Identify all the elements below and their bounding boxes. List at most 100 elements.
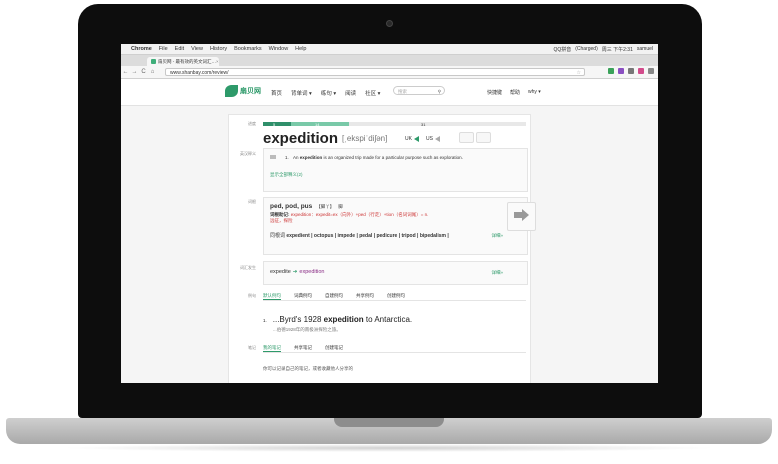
phonetic: [ˌekspiˈdiʃən]	[342, 134, 388, 143]
review-card: 进度 5 14 31 expedition [ˌekspiˈdiʃən] UK …	[228, 114, 531, 383]
next-word-button[interactable]	[507, 202, 536, 231]
menu-chrome[interactable]: Chrome	[131, 46, 152, 52]
extension-pink-icon[interactable]	[638, 68, 644, 74]
extension-green-icon[interactable]	[608, 68, 614, 74]
definition-word: expedition	[299, 155, 323, 160]
status-area: QQ拼音 (Charged) 周三 下午2:31 samuel	[553, 46, 658, 53]
menu-file[interactable]: File	[159, 46, 168, 52]
arrow-right-icon	[514, 209, 529, 221]
user-name[interactable]: samuel	[637, 46, 653, 52]
tab-title: 扇贝网 - 最有效的英文词汇…	[158, 58, 216, 64]
laptop-shadow	[60, 444, 718, 452]
close-tab-icon[interactable]: ×	[216, 59, 219, 64]
us-label: US	[426, 136, 433, 142]
example-label: 例句	[248, 293, 256, 298]
notes-hint: 你可以记录自己的笔记，或者收藏他人分享的	[263, 366, 353, 371]
search-icon[interactable]: ⚲	[438, 87, 441, 96]
back-button[interactable]: ←	[121, 69, 130, 75]
derivation: expedite ➔ expedition	[270, 269, 324, 275]
speaker-uk-icon[interactable]	[413, 136, 419, 142]
derivation-source[interactable]: expedite	[270, 269, 291, 275]
same-root-list[interactable]: expedient | octopus | impede | pedal | p…	[286, 233, 448, 239]
header-links: 快捷键 帮助 why ▾	[487, 89, 541, 96]
menu-view[interactable]: View	[191, 46, 203, 52]
menu-window[interactable]: Window	[269, 46, 289, 52]
tab-create-note[interactable]: 创建笔记	[325, 343, 343, 352]
forward-button[interactable]: →	[130, 69, 139, 75]
root-tag: 【脚丫】	[316, 204, 335, 209]
nav-sentences[interactable]: 练句 ▾	[321, 89, 336, 97]
derivation-detail-link[interactable]: 详细»	[491, 270, 503, 276]
example-word: expedition	[323, 315, 364, 324]
extension-grey-icon[interactable]	[628, 68, 634, 74]
tab-create-example[interactable]: 创建例句	[387, 291, 405, 300]
derivation-label: 词汇发生	[240, 265, 256, 270]
address-bar[interactable]: www.shanbay.com/review/ ☆	[165, 68, 585, 76]
tab-shared-notes[interactable]: 共享笔记	[294, 343, 312, 352]
derivation-target: expedition	[299, 269, 325, 275]
browser-tab[interactable]: 扇贝网 - 最有效的英文词汇… ×	[147, 57, 219, 66]
us-pronunciation[interactable]: US	[426, 136, 440, 142]
home-button[interactable]: ⌂	[148, 69, 157, 75]
input-method[interactable]: QQ拼音	[553, 46, 571, 53]
example-number: 1.	[263, 318, 267, 323]
clock[interactable]: 周三 下午2:31	[602, 46, 633, 53]
nav-vocabulary[interactable]: 背单词 ▾	[291, 89, 312, 97]
shanbay-page: 扇贝网 首页 背单词 ▾ 练句 ▾ 阅读 社区 ▾ 搜索 ⚲ 快捷键 帮助 wh…	[121, 79, 658, 383]
definition-prefix: An	[293, 155, 300, 160]
delete-button[interactable]	[476, 132, 491, 143]
tab-shared-examples[interactable]: 共享例句	[356, 291, 374, 300]
notebook-button[interactable]	[459, 132, 474, 143]
menu-edit[interactable]: Edit	[175, 46, 184, 52]
dictionary-icon[interactable]	[270, 155, 276, 159]
search-input[interactable]: 搜索 ⚲	[393, 86, 445, 95]
extension-purple-icon[interactable]	[618, 68, 624, 74]
screen: Chrome File Edit View History Bookmarks …	[121, 44, 658, 383]
search-placeholder: 搜索	[398, 89, 407, 94]
tab-my-notes[interactable]: 我的笔记	[263, 343, 281, 352]
shortcuts-link[interactable]: 快捷键	[487, 89, 502, 96]
progress-segment-done	[263, 122, 291, 126]
bookmark-star-icon[interactable]: ☆	[577, 69, 581, 77]
site-logo[interactable]: 扇贝网	[225, 85, 261, 97]
uk-pronunciation[interactable]: UK	[405, 136, 419, 142]
laptop-notch	[334, 418, 444, 427]
help-link[interactable]: 帮助	[510, 89, 520, 96]
show-all-definitions-link[interactable]: 显示全部释义(2)	[270, 172, 303, 178]
tab-dictionary-examples[interactable]: 词典例句	[294, 291, 312, 300]
same-root-words: 同根词 expedient | octopus | impede | pedal…	[270, 233, 450, 240]
speaker-us-icon[interactable]	[434, 136, 440, 142]
user-menu[interactable]: why ▾	[528, 89, 541, 96]
progress-segment-learning	[291, 122, 349, 126]
battery-status[interactable]: (Charged)	[575, 46, 598, 52]
site-nav: 首页 背单词 ▾ 练句 ▾ 阅读 社区 ▾	[271, 89, 380, 97]
root-extra: 脚	[338, 204, 343, 209]
os-menubar: Chrome File Edit View History Bookmarks …	[121, 44, 658, 55]
definition-number: 1.	[285, 155, 289, 160]
nav-reading[interactable]: 阅读	[345, 89, 356, 97]
review-word: expedition	[263, 130, 339, 147]
root-detail-link[interactable]: 详细»	[491, 233, 503, 239]
chrome-menu-icon[interactable]	[648, 68, 654, 74]
menu-help[interactable]: Help	[295, 46, 306, 52]
menu-history[interactable]: History	[210, 46, 227, 52]
extensions	[608, 68, 654, 74]
nav-home[interactable]: 首页	[271, 89, 282, 97]
derivation-arrow-icon: ➔	[292, 269, 298, 275]
nav-community[interactable]: 社区 ▾	[365, 89, 380, 97]
reload-button[interactable]: C	[139, 69, 148, 75]
example-prefix: ...Byrd's 1928	[272, 315, 324, 324]
tab-my-examples[interactable]: 自建例句	[325, 291, 343, 300]
shanbay-favicon-icon	[151, 59, 156, 64]
root-label: 词根	[248, 199, 256, 204]
root-box: ped, pod, pus 【脚丫】脚 词根助记: expedition：expe…	[263, 197, 528, 255]
root-list: ped, pod, pus	[270, 203, 313, 210]
tab-default-examples[interactable]: 默认例句	[263, 291, 281, 300]
browser-toolbar: ← → C ⌂ www.shanbay.com/review/ ☆	[121, 66, 658, 79]
example-sentence: 1. ...Byrd's 1928 expedition to Antarctic…	[263, 315, 412, 324]
shanbay-leaf-icon	[225, 85, 238, 97]
menu-bookmarks[interactable]: Bookmarks	[234, 46, 262, 52]
progress-value-2: 14	[315, 122, 320, 127]
same-root-label: 同根词	[270, 233, 286, 239]
root-mnemonic-label: 词根助记:	[270, 212, 290, 217]
